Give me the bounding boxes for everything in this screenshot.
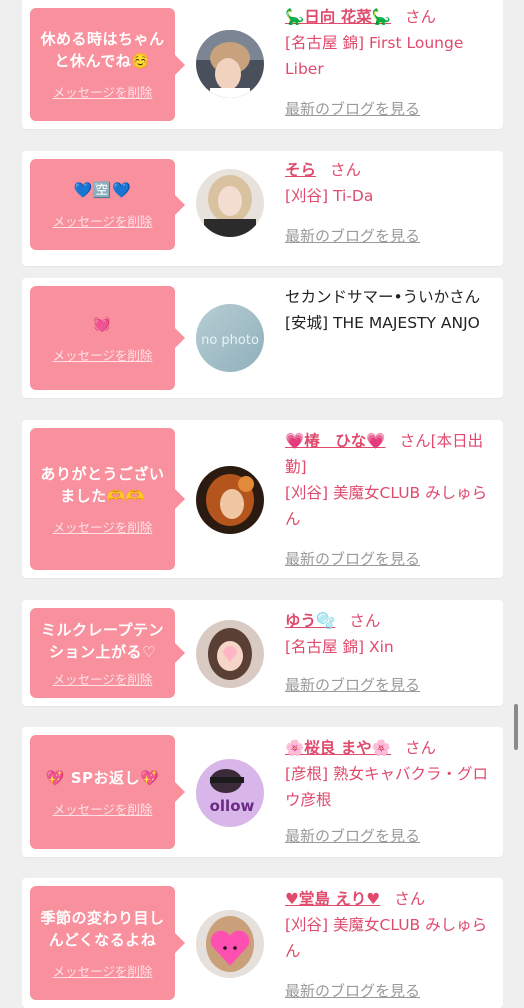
message-text: ミルクレープテンション上がる♡ <box>40 620 165 661</box>
latest-blog-link[interactable]: 最新のブログを見る <box>285 825 420 846</box>
message-text: ありがとうございました🫶🫶 <box>40 464 165 505</box>
latest-blog-link[interactable]: 最新のブログを見る <box>285 548 420 569</box>
delete-message-link[interactable]: メッセージを削除 <box>53 345 153 364</box>
shop-label: [刈谷] 美魔女CLUB みしゅらん <box>285 484 488 528</box>
cast-name-link[interactable]: 🌸桜良 まや🌸 <box>285 739 391 757</box>
latest-blog-link[interactable]: 最新のブログを見る <box>285 980 420 1001</box>
cast-info: セカンドサマー•ういかさん [安城] THE MAJESTY ANJO <box>285 284 489 336</box>
delete-message-link[interactable]: メッセージを削除 <box>53 517 153 536</box>
delete-message-link[interactable]: メッセージを削除 <box>53 82 153 101</box>
avatar-logo-text: ollow <box>210 797 255 815</box>
message-bubble: 季節の変わり目しんどくなるよね メッセージを削除 <box>30 886 185 1000</box>
latest-blog-link[interactable]: 最新のブログを見る <box>285 674 420 695</box>
honorific: さん <box>405 8 437 26</box>
honorific: さん <box>394 890 426 908</box>
message-bubble: 休める時はちゃんと休んでね☺️ メッセージを削除 <box>30 8 185 121</box>
message-bubble: 💓 メッセージを削除 <box>30 286 185 390</box>
cast-name-link[interactable]: 🦕日向 花菜🦕 <box>285 8 391 26</box>
message-card: 季節の変わり目しんどくなるよね メッセージを削除 ♥堂島 えり♥ さん [刈谷] … <box>22 878 503 1008</box>
message-text: 💙🈳💙 <box>73 181 132 199</box>
avatar[interactable]: ollow <box>196 759 264 827</box>
message-card: ミルクレープテンション上がる♡ メッセージを削除 ゆう🫧 さん [名古屋 錦] X… <box>22 600 503 706</box>
cast-name-link[interactable]: ゆう🫧 <box>285 612 335 630</box>
delete-message-link[interactable]: メッセージを削除 <box>53 961 153 980</box>
message-bubble: ミルクレープテンション上がる♡ メッセージを削除 <box>30 608 185 698</box>
message-card: ありがとうございました🫶🫶 メッセージを削除 💗椿 ひな💗 さん[本日出勤] [刈… <box>22 420 503 578</box>
honorific: さん <box>349 612 381 630</box>
shop-label: [彦根] 熟女キャバクラ・グロウ彦根 <box>285 765 489 809</box>
message-text: 💓 <box>92 314 113 333</box>
delete-message-link[interactable]: メッセージを削除 <box>53 211 153 230</box>
avatar[interactable] <box>196 169 264 237</box>
cast-info: 🌸桜良 まや🌸 さん [彦根] 熟女キャバクラ・グロウ彦根 <box>285 735 489 813</box>
delete-message-link[interactable]: メッセージを削除 <box>53 799 153 818</box>
cast-info: 💗椿 ひな💗 さん[本日出勤] [刈谷] 美魔女CLUB みしゅらん <box>285 428 489 532</box>
message-text: 💖 SPお返し💖 <box>45 768 160 787</box>
message-card: 💙🈳💙 メッセージを削除 そら さん [刈谷] Ti-Da 最新のブログを見る <box>22 151 503 266</box>
cast-name-link[interactable]: 💗椿 ひな💗 <box>285 432 386 450</box>
cast-name-link[interactable]: そら <box>285 161 316 179</box>
shop-label: [刈谷] Ti-Da <box>285 187 374 205</box>
shop-label: [名古屋 錦] Xin <box>285 638 394 656</box>
message-card: 休める時はちゃんと休んでね☺️ メッセージを削除 🦕日向 花菜🦕 さん [名古屋 … <box>22 0 503 129</box>
message-bubble: ありがとうございました🫶🫶 メッセージを削除 <box>30 428 185 570</box>
shop-label: [名古屋 錦] First Lounge Liber <box>285 34 464 78</box>
message-text: 休める時はちゃんと休んでね☺️ <box>40 30 165 70</box>
latest-blog-link[interactable]: 最新のブログを見る <box>285 98 420 119</box>
message-card: 💖 SPお返し💖 メッセージを削除 ollow 🌸桜良 まや🌸 さん [彦根] 熟… <box>22 727 503 857</box>
message-text: 季節の変わり目しんどくなるよね <box>40 908 165 949</box>
scrollbar[interactable] <box>514 704 518 750</box>
honorific: さん <box>330 161 362 179</box>
message-bubble: 💖 SPお返し💖 メッセージを削除 <box>30 735 185 849</box>
message-bubble: 💙🈳💙 メッセージを削除 <box>30 159 185 250</box>
latest-blog-link[interactable]: 最新のブログを見る <box>285 225 420 246</box>
avatar-placeholder[interactable]: no photo <box>196 304 264 372</box>
delete-message-link[interactable]: メッセージを削除 <box>53 669 153 688</box>
avatar[interactable] <box>196 30 264 98</box>
cast-name: セカンドサマー•ういかさん <box>285 288 481 306</box>
avatar[interactable] <box>196 910 264 978</box>
shop-label: [刈谷] 美魔女CLUB みしゅらん <box>285 916 488 960</box>
no-photo-text: no photo <box>201 333 259 348</box>
honorific: さん <box>405 739 437 757</box>
message-card: 💓 メッセージを削除 no photo セカンドサマー•ういかさん [安城] T… <box>22 278 503 398</box>
cast-info: そら さん [刈谷] Ti-Da <box>285 157 489 209</box>
avatar[interactable] <box>196 620 264 688</box>
cast-info: 🦕日向 花菜🦕 さん [名古屋 錦] First Lounge Liber <box>285 4 489 82</box>
cast-info: ♥堂島 えり♥ さん [刈谷] 美魔女CLUB みしゅらん <box>285 886 489 964</box>
avatar[interactable] <box>196 466 264 534</box>
cast-name-link[interactable]: ♥堂島 えり♥ <box>285 890 380 908</box>
shop-label: [安城] THE MAJESTY ANJO <box>285 314 480 332</box>
cast-info: ゆう🫧 さん [名古屋 錦] Xin <box>285 608 489 660</box>
